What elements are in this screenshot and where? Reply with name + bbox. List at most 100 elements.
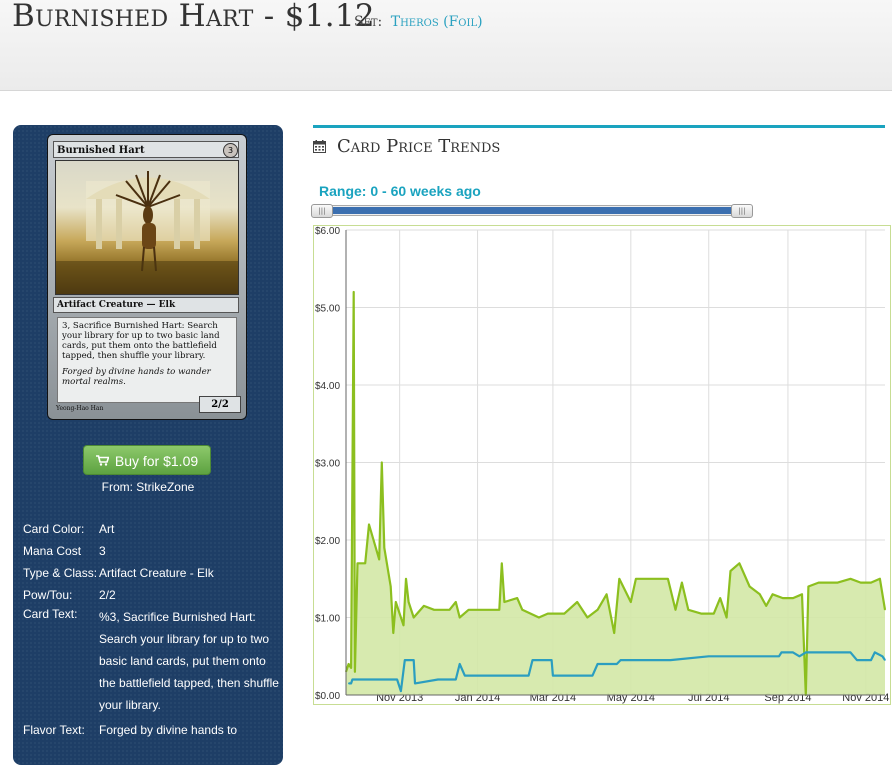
data-point bbox=[648, 578, 650, 580]
data-point bbox=[792, 597, 794, 599]
y-tick-label: $3.00 bbox=[315, 459, 340, 470]
data-point bbox=[782, 597, 784, 599]
data-point bbox=[464, 675, 466, 677]
seller-label: From: StrikeZone bbox=[101, 480, 195, 494]
set-label: Set: bbox=[354, 14, 383, 30]
data-point bbox=[381, 461, 383, 464]
detail-value: Artifact Creature - Elk bbox=[99, 566, 214, 580]
detail-row: Type & Class: Artifact Creature - Elk bbox=[23, 565, 281, 581]
data-point bbox=[528, 675, 530, 677]
data-point bbox=[576, 675, 578, 677]
range-slider-end-handle[interactable]: ||| bbox=[731, 204, 753, 218]
range-slider[interactable]: ||| ||| bbox=[311, 204, 753, 218]
y-tick-label: $4.00 bbox=[315, 381, 340, 392]
data-point bbox=[613, 632, 615, 634]
data-point bbox=[738, 562, 740, 564]
page-header: Burnished Hart - $1.12 Set: Theros (Foil… bbox=[0, 0, 892, 91]
data-point bbox=[501, 562, 503, 564]
data-point bbox=[713, 613, 715, 615]
data-point bbox=[681, 582, 683, 584]
data-point bbox=[687, 609, 689, 611]
data-point bbox=[870, 659, 872, 661]
price-chart: $0.00$1.00$2.00$3.00$4.00$5.00$6.00Nov 2… bbox=[313, 225, 891, 705]
data-point bbox=[455, 678, 457, 681]
data-point bbox=[801, 593, 803, 595]
detail-value: Forged by divine hands to bbox=[99, 723, 238, 737]
data-point bbox=[364, 562, 366, 564]
detail-key: Type & Class: bbox=[23, 566, 98, 580]
data-point bbox=[635, 578, 637, 580]
data-point bbox=[538, 616, 540, 619]
range-label: Range: 0 - 60 weeks ago bbox=[319, 183, 481, 199]
data-point bbox=[805, 651, 807, 653]
card-power-toughness: 2/2 bbox=[199, 396, 241, 413]
buy-button-label: Buy for $1.09 bbox=[114, 453, 199, 469]
set-link[interactable]: Theros (Foil) bbox=[391, 14, 483, 30]
data-point bbox=[597, 609, 599, 611]
data-point bbox=[413, 616, 415, 619]
data-point bbox=[778, 655, 780, 657]
data-point bbox=[377, 678, 379, 681]
data-point bbox=[606, 593, 608, 595]
data-point bbox=[884, 659, 886, 661]
card-sidebar: Burnished Hart 3 Artifact Creature — Elk bbox=[13, 125, 283, 765]
data-point bbox=[881, 655, 884, 657]
data-point bbox=[351, 678, 353, 681]
data-point bbox=[356, 562, 359, 564]
y-tick-label: $0.00 bbox=[315, 691, 340, 702]
data-point bbox=[348, 682, 350, 684]
data-point bbox=[400, 690, 402, 692]
data-point bbox=[798, 655, 800, 657]
hart-illustration-icon bbox=[56, 171, 238, 294]
data-point bbox=[459, 663, 461, 665]
data-point bbox=[708, 655, 710, 657]
data-point bbox=[849, 651, 852, 653]
data-point bbox=[414, 682, 416, 684]
data-point bbox=[423, 605, 425, 607]
data-point bbox=[390, 585, 392, 588]
data-point bbox=[780, 651, 783, 653]
data-point bbox=[807, 585, 809, 588]
set-line: Set: Theros (Foil) bbox=[354, 14, 483, 30]
range-slider-start-handle[interactable]: ||| bbox=[311, 204, 333, 218]
card-artist: Yeong-Hao Han bbox=[56, 405, 104, 412]
detail-value: %3, Sacrifice Burnished Hart: Search you… bbox=[99, 610, 279, 712]
data-point bbox=[413, 659, 415, 661]
detail-value: 2/2 bbox=[99, 588, 116, 602]
y-tick-label: $1.00 bbox=[315, 614, 340, 625]
data-point bbox=[353, 291, 355, 293]
data-point bbox=[674, 609, 677, 611]
data-point bbox=[630, 601, 632, 603]
data-point bbox=[772, 593, 774, 595]
detail-row: Flavor Text: Forged by divine hands to bbox=[23, 722, 281, 738]
data-point bbox=[563, 613, 565, 615]
data-point bbox=[383, 547, 385, 549]
detail-row: Pow/Tou: 2/2 bbox=[23, 587, 281, 603]
buy-button[interactable]: Buy for $1.09 bbox=[83, 445, 211, 475]
data-point bbox=[408, 601, 410, 603]
data-point bbox=[874, 651, 876, 653]
data-point bbox=[667, 578, 669, 580]
data-point bbox=[700, 613, 702, 615]
detail-value: 3 bbox=[99, 544, 106, 558]
data-point bbox=[719, 597, 721, 599]
data-point bbox=[879, 578, 881, 580]
y-tick-label: $5.00 bbox=[315, 304, 340, 315]
card-art-illustration bbox=[55, 160, 239, 295]
data-point bbox=[837, 582, 839, 584]
data-point bbox=[597, 663, 599, 665]
data-point bbox=[396, 678, 398, 681]
data-point bbox=[586, 616, 588, 619]
range-slider-fill bbox=[329, 207, 735, 214]
data-point bbox=[884, 609, 886, 611]
data-point bbox=[759, 593, 761, 595]
data-point bbox=[516, 597, 518, 599]
chart-section-title: Card Price Trends bbox=[337, 136, 501, 157]
data-point bbox=[870, 582, 872, 584]
data-point bbox=[433, 609, 435, 611]
page-title: Burnished Hart - $1.12 bbox=[12, 0, 375, 34]
data-point bbox=[402, 624, 405, 626]
data-point bbox=[552, 675, 554, 677]
card-details: Card Color: Art Mana Cost 3 Type & Class: Art… bbox=[23, 521, 281, 744]
data-point bbox=[488, 609, 490, 611]
